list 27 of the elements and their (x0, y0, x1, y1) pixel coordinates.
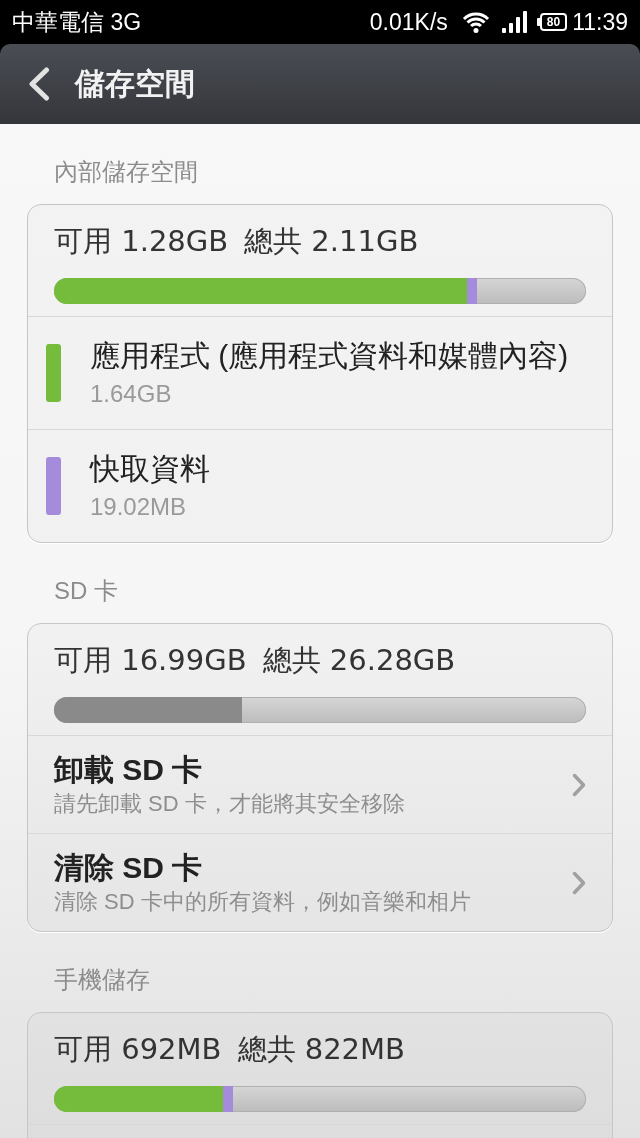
menu-item-description: 清除 SD 卡中的所有資料，例如音樂和相片 (54, 888, 472, 916)
wifi-icon (461, 11, 490, 33)
category-name[interactable]: 快取資料 (90, 450, 210, 488)
total-space: 總共 2.11GB (244, 223, 419, 259)
section-header: SD 卡 (53, 576, 119, 606)
available-space: 可用 692MB (54, 1031, 222, 1067)
section-header: 內部儲存空間 (53, 157, 199, 187)
network-speed: 0.01K/s (369, 8, 448, 37)
back-icon[interactable] (28, 67, 50, 101)
chevron-right-icon[interactable] (572, 772, 586, 797)
page-title: 儲存空間 (75, 66, 195, 102)
category-size: 1.64GB (90, 379, 173, 409)
carrier-name: 中華電信 3G (12, 8, 142, 37)
battery-indicator: 80 (536, 13, 568, 31)
section-header: 手機儲存 (53, 965, 151, 995)
category-name[interactable]: 應用程式 (應用程式資料和媒體內容) (90, 337, 569, 375)
available-space: 可用 1.28GB (54, 223, 229, 259)
total-space: 總共 822MB (237, 1031, 405, 1067)
category-size: 19.02MB (90, 492, 188, 522)
chevron-right-icon[interactable] (572, 870, 586, 895)
menu-item-title[interactable]: 清除 SD 卡 (54, 849, 572, 887)
available-space: 可用 16.99GB (54, 642, 247, 678)
signal-icon (501, 11, 527, 33)
clock: 11:39 (572, 8, 628, 37)
menu-item-description: 請先卸載 SD 卡，才能將其安全移除 (54, 790, 406, 818)
total-space: 總共 26.28GB (262, 642, 456, 678)
menu-item-title[interactable]: 卸載 SD 卡 (54, 751, 572, 789)
